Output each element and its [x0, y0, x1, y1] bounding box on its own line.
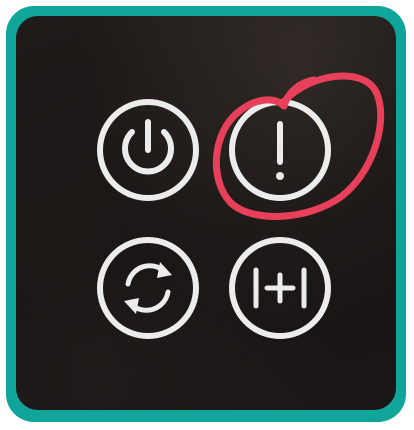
alert-button[interactable] [226, 96, 334, 204]
cycle-button[interactable] [94, 234, 202, 342]
bracketed-plus-icon [229, 237, 331, 339]
control-panel [16, 16, 396, 410]
power-button[interactable] [94, 96, 202, 204]
exclamation-icon [229, 99, 331, 201]
power-icon [97, 99, 199, 201]
circular-arrows-icon [97, 237, 199, 339]
plus-button[interactable] [226, 234, 334, 342]
